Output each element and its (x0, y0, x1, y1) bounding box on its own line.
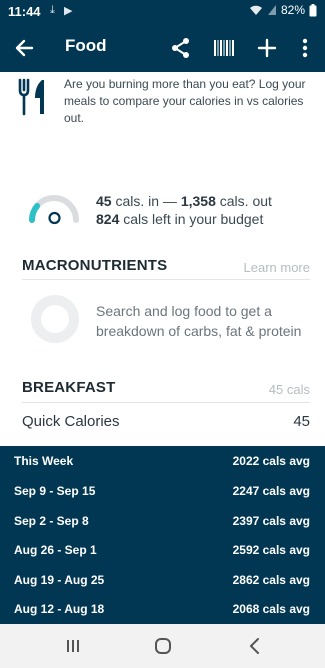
food-item-name: Quick Calories (22, 413, 120, 430)
calorie-budget-gauge (29, 195, 79, 225)
status-bar: 11:44 ⤓ ▶ 82% (0, 0, 325, 24)
week-average: 2068 cals avg (232, 602, 310, 616)
week-label: Sep 9 - Sep 15 (14, 484, 96, 498)
cals-left-value: 824 (96, 211, 120, 227)
week-row[interactable]: Aug 26 - Sep 1 2592 cals avg (14, 535, 310, 565)
notification-play-icon: ▶ (64, 5, 73, 17)
learn-more-link[interactable]: Learn more (244, 260, 310, 275)
more-vert-icon[interactable] (293, 36, 317, 60)
week-average: 2397 cals avg (232, 514, 310, 528)
week-label: Aug 12 - Aug 18 (14, 602, 105, 616)
status-time: 11:44 (8, 4, 41, 19)
home-icon[interactable] (152, 635, 174, 657)
week-label: Aug 19 - Aug 25 (14, 573, 105, 587)
promo-text: Are you burning more than you eat? Log y… (64, 77, 306, 125)
back-arrow-icon[interactable] (12, 36, 38, 60)
page-title: Food (65, 36, 107, 55)
notification-download-icon: ⤓ (50, 4, 55, 16)
weekly-averages-panel: This Week 2022 cals avg Sep 9 - Sep 15 2… (0, 446, 325, 624)
week-row[interactable]: Aug 12 - Aug 18 2068 cals avg (14, 594, 310, 624)
wifi-icon (249, 5, 262, 15)
app-bar: Food (0, 24, 325, 72)
week-average: 2592 cals avg (232, 543, 310, 557)
food-item-quick-calories[interactable]: Quick Calories 45 (22, 413, 310, 430)
cals-out-label: cals. out (219, 193, 272, 209)
recent-apps-icon[interactable] (62, 635, 84, 657)
week-average: 2247 cals avg (232, 484, 310, 498)
macronutrients-title: MACRONUTRIENTS (22, 257, 168, 274)
calories-in-out: 45 cals. in — 1,358 cals. out (96, 193, 272, 209)
week-average: 2022 cals avg (232, 454, 310, 468)
signal-icon (267, 5, 276, 15)
week-average: 2862 cals avg (232, 573, 310, 587)
status-right: 82% (249, 3, 317, 17)
macros-ring-chart (31, 295, 79, 343)
battery-icon (309, 3, 317, 16)
week-row[interactable]: Sep 2 - Sep 8 2397 cals avg (14, 506, 310, 536)
plus-icon[interactable] (255, 36, 279, 60)
macros-message: Search and log food to get a breakdown o… (96, 303, 302, 339)
calories-left: 824 cals left in your budget (96, 211, 263, 227)
week-row[interactable]: This Week 2022 cals avg (14, 446, 310, 476)
breakfast-total: 45 cals (268, 382, 310, 397)
week-label: Sep 2 - Sep 8 (14, 514, 89, 528)
back-icon[interactable] (244, 635, 266, 657)
cals-in-label: cals. in — (115, 193, 177, 209)
food-item-calories: 45 (293, 413, 310, 430)
share-icon[interactable] (169, 36, 193, 60)
cals-in-value: 45 (96, 193, 112, 209)
breakfast-title: BREAKFAST (22, 379, 116, 396)
cals-left-label: cals left in your budget (123, 211, 264, 227)
week-label: Aug 26 - Sep 1 (14, 543, 97, 557)
week-row[interactable]: Aug 19 - Aug 25 2862 cals avg (14, 565, 310, 595)
macros-divider (22, 279, 310, 280)
battery-percent: 82% (280, 3, 305, 17)
barcode-icon[interactable] (212, 36, 236, 60)
breakfast-divider (22, 402, 310, 403)
fork-knife-icon (18, 78, 44, 116)
system-nav-bar (0, 624, 325, 668)
week-row[interactable]: Sep 9 - Sep 15 2247 cals avg (14, 476, 310, 506)
week-label: This Week (14, 454, 74, 468)
cals-out-value: 1,358 (180, 193, 216, 209)
